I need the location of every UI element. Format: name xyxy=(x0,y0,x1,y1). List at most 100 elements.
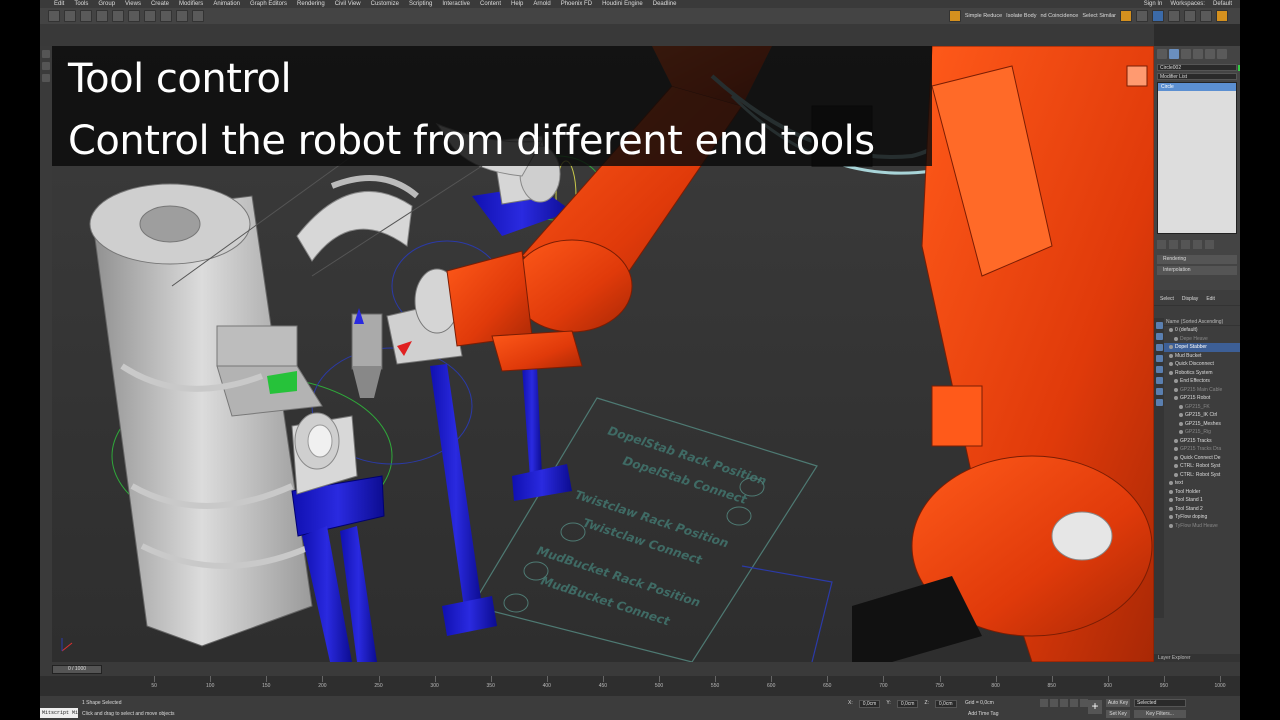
go-to-start-icon[interactable] xyxy=(1040,699,1048,707)
scene-tree-row[interactable]: Mud Bucket xyxy=(1164,352,1240,361)
key-set-dropdown[interactable]: Selected xyxy=(1134,699,1186,707)
menu-item-edit[interactable]: Edit xyxy=(54,1,64,7)
menu-item-content[interactable]: Content xyxy=(480,1,501,7)
scene-tree-row[interactable]: Tool Stand 2 xyxy=(1164,505,1240,514)
scene-tree-row[interactable]: GP215 Main Cable xyxy=(1164,386,1240,395)
scene-tree-row[interactable]: GP215_FK xyxy=(1164,403,1240,412)
visibility-eye-icon[interactable] xyxy=(1179,413,1183,418)
menu-item-scripting[interactable]: Scripting xyxy=(409,1,432,7)
perspective-viewport[interactable]: DopelStab Rack Position DopelStab Connec… xyxy=(52,46,1154,662)
utilities-tab-icon[interactable] xyxy=(1217,49,1227,59)
scene-tree-header[interactable]: Name (Sorted Ascending) xyxy=(1164,318,1240,326)
modifier-stack[interactable]: Circle xyxy=(1157,82,1237,234)
visibility-eye-icon[interactable] xyxy=(1169,345,1173,350)
pin-stack-icon[interactable] xyxy=(1157,240,1166,249)
visibility-eye-icon[interactable] xyxy=(1174,438,1178,443)
scene-tree-row[interactable]: GP215_Meshes xyxy=(1164,420,1240,429)
scene-tree-row[interactable]: GP215 Robot xyxy=(1164,394,1240,403)
visibility-eye-icon[interactable] xyxy=(1169,362,1173,367)
layer-explorer-label[interactable]: Layer Explorer xyxy=(1154,654,1240,662)
viewport-tool-icon[interactable] xyxy=(42,74,50,82)
menu-item-houdini-engine[interactable]: Houdini Engine xyxy=(602,1,643,7)
select-icon[interactable] xyxy=(128,10,140,22)
y-coordinate-field[interactable]: 0,0cm xyxy=(896,700,919,708)
visibility-eye-icon[interactable] xyxy=(1174,396,1178,401)
isolate-body-button[interactable]: Isolate Body xyxy=(1006,13,1036,19)
scene-tree-row[interactable]: GP215_Rig xyxy=(1164,428,1240,437)
add-time-tag[interactable]: Add Time Tag xyxy=(968,711,998,717)
visibility-eye-icon[interactable] xyxy=(1174,336,1178,341)
filter-icon[interactable] xyxy=(1155,366,1163,373)
visibility-eye-icon[interactable] xyxy=(1169,515,1173,520)
filter-icon[interactable] xyxy=(1155,355,1163,362)
scene-tree-row[interactable]: Quick Connect De xyxy=(1164,454,1240,463)
object-color-swatch[interactable] xyxy=(1238,65,1240,71)
viewport-tool-icon[interactable] xyxy=(42,50,50,58)
menu-item-create[interactable]: Create xyxy=(151,1,169,7)
layers-icon[interactable] xyxy=(1136,10,1148,22)
set-key-icon[interactable]: + xyxy=(1088,700,1102,714)
z-coordinate-field[interactable]: 0,0cm xyxy=(934,700,957,708)
create-tab-icon[interactable] xyxy=(1157,49,1167,59)
hierarchy-tab-icon[interactable] xyxy=(1181,49,1191,59)
show-end-result-icon[interactable] xyxy=(1169,240,1178,249)
maxscript-listener[interactable]: Mitscript Mi xyxy=(40,708,78,718)
go-to-end-icon[interactable] xyxy=(1080,699,1088,707)
move-icon[interactable] xyxy=(160,10,172,22)
menu-item-help[interactable]: Help xyxy=(511,1,523,7)
menu-item-civil-view[interactable]: Civil View xyxy=(335,1,361,7)
se-tab-edit[interactable]: Edit xyxy=(1206,296,1215,302)
visibility-eye-icon[interactable] xyxy=(1179,430,1183,435)
filter-icon[interactable] xyxy=(1155,322,1163,329)
filter-icon[interactable] xyxy=(1155,333,1163,340)
curve-editor-icon[interactable] xyxy=(1168,10,1180,22)
ribbon-icon[interactable] xyxy=(1152,10,1164,22)
make-unique-icon[interactable] xyxy=(1181,240,1190,249)
select-similar-button[interactable]: Select Similar xyxy=(1082,13,1116,19)
modify-tab-icon[interactable] xyxy=(1169,49,1179,59)
filter-icon[interactable] xyxy=(1155,377,1163,384)
menu-item-graph-editors[interactable]: Graph Editors xyxy=(250,1,287,7)
bind-icon[interactable] xyxy=(112,10,124,22)
play-icon[interactable] xyxy=(1060,699,1068,707)
set-key-button[interactable]: Set Key xyxy=(1106,710,1130,718)
visibility-eye-icon[interactable] xyxy=(1174,379,1178,384)
visibility-eye-icon[interactable] xyxy=(1174,472,1178,477)
interpolation-rollout[interactable]: Interpolation xyxy=(1157,266,1237,275)
visibility-eye-icon[interactable] xyxy=(1169,328,1173,333)
menu-item-modifiers[interactable]: Modifiers xyxy=(179,1,203,7)
simple-reduce-button[interactable]: Simple Reduce xyxy=(965,13,1002,19)
scene-tree-row[interactable]: 0 (default) xyxy=(1164,326,1240,335)
se-tab-select[interactable]: Select xyxy=(1160,296,1174,302)
previous-frame-icon[interactable] xyxy=(1050,699,1058,707)
menu-item-group[interactable]: Group xyxy=(98,1,115,7)
scene-tree-row[interactable]: Quick Disconnect xyxy=(1164,360,1240,369)
visibility-eye-icon[interactable] xyxy=(1174,464,1178,469)
menu-item-deadline[interactable]: Deadline xyxy=(653,1,677,7)
schematic-icon[interactable] xyxy=(1184,10,1196,22)
modifier-stack-item[interactable]: Circle xyxy=(1158,83,1236,91)
display-tab-icon[interactable] xyxy=(1205,49,1215,59)
key-filters-button[interactable]: Key Filters... xyxy=(1134,710,1186,718)
scene-tree-row[interactable]: Robotics System xyxy=(1164,369,1240,378)
link-icon[interactable] xyxy=(80,10,92,22)
visibility-eye-icon[interactable] xyxy=(1174,455,1178,460)
visibility-eye-icon[interactable] xyxy=(1169,489,1173,494)
render-setup-icon[interactable] xyxy=(1216,10,1228,22)
visibility-eye-icon[interactable] xyxy=(1179,421,1183,426)
menu-item-interactive[interactable]: Interactive xyxy=(442,1,470,7)
scene-tree-row[interactable]: End Effectors xyxy=(1164,377,1240,386)
sign-in-link[interactable]: Sign In xyxy=(1144,1,1163,7)
scene-tree-row[interactable]: Tool Holder xyxy=(1164,488,1240,497)
render-icon[interactable] xyxy=(948,10,961,22)
scene-tree-row[interactable]: CTRL: Robot Syst xyxy=(1164,471,1240,480)
next-frame-icon[interactable] xyxy=(1070,699,1078,707)
se-tab-display[interactable]: Display xyxy=(1182,296,1198,302)
visibility-eye-icon[interactable] xyxy=(1169,498,1173,503)
scene-tree-row[interactable]: GP215_IK Ctrl xyxy=(1164,411,1240,420)
undo-icon[interactable] xyxy=(48,10,60,22)
menu-item-arnold[interactable]: Arnold xyxy=(533,1,550,7)
filter-icon[interactable] xyxy=(1155,399,1163,406)
redo-icon[interactable] xyxy=(64,10,76,22)
remove-modifier-icon[interactable] xyxy=(1193,240,1202,249)
